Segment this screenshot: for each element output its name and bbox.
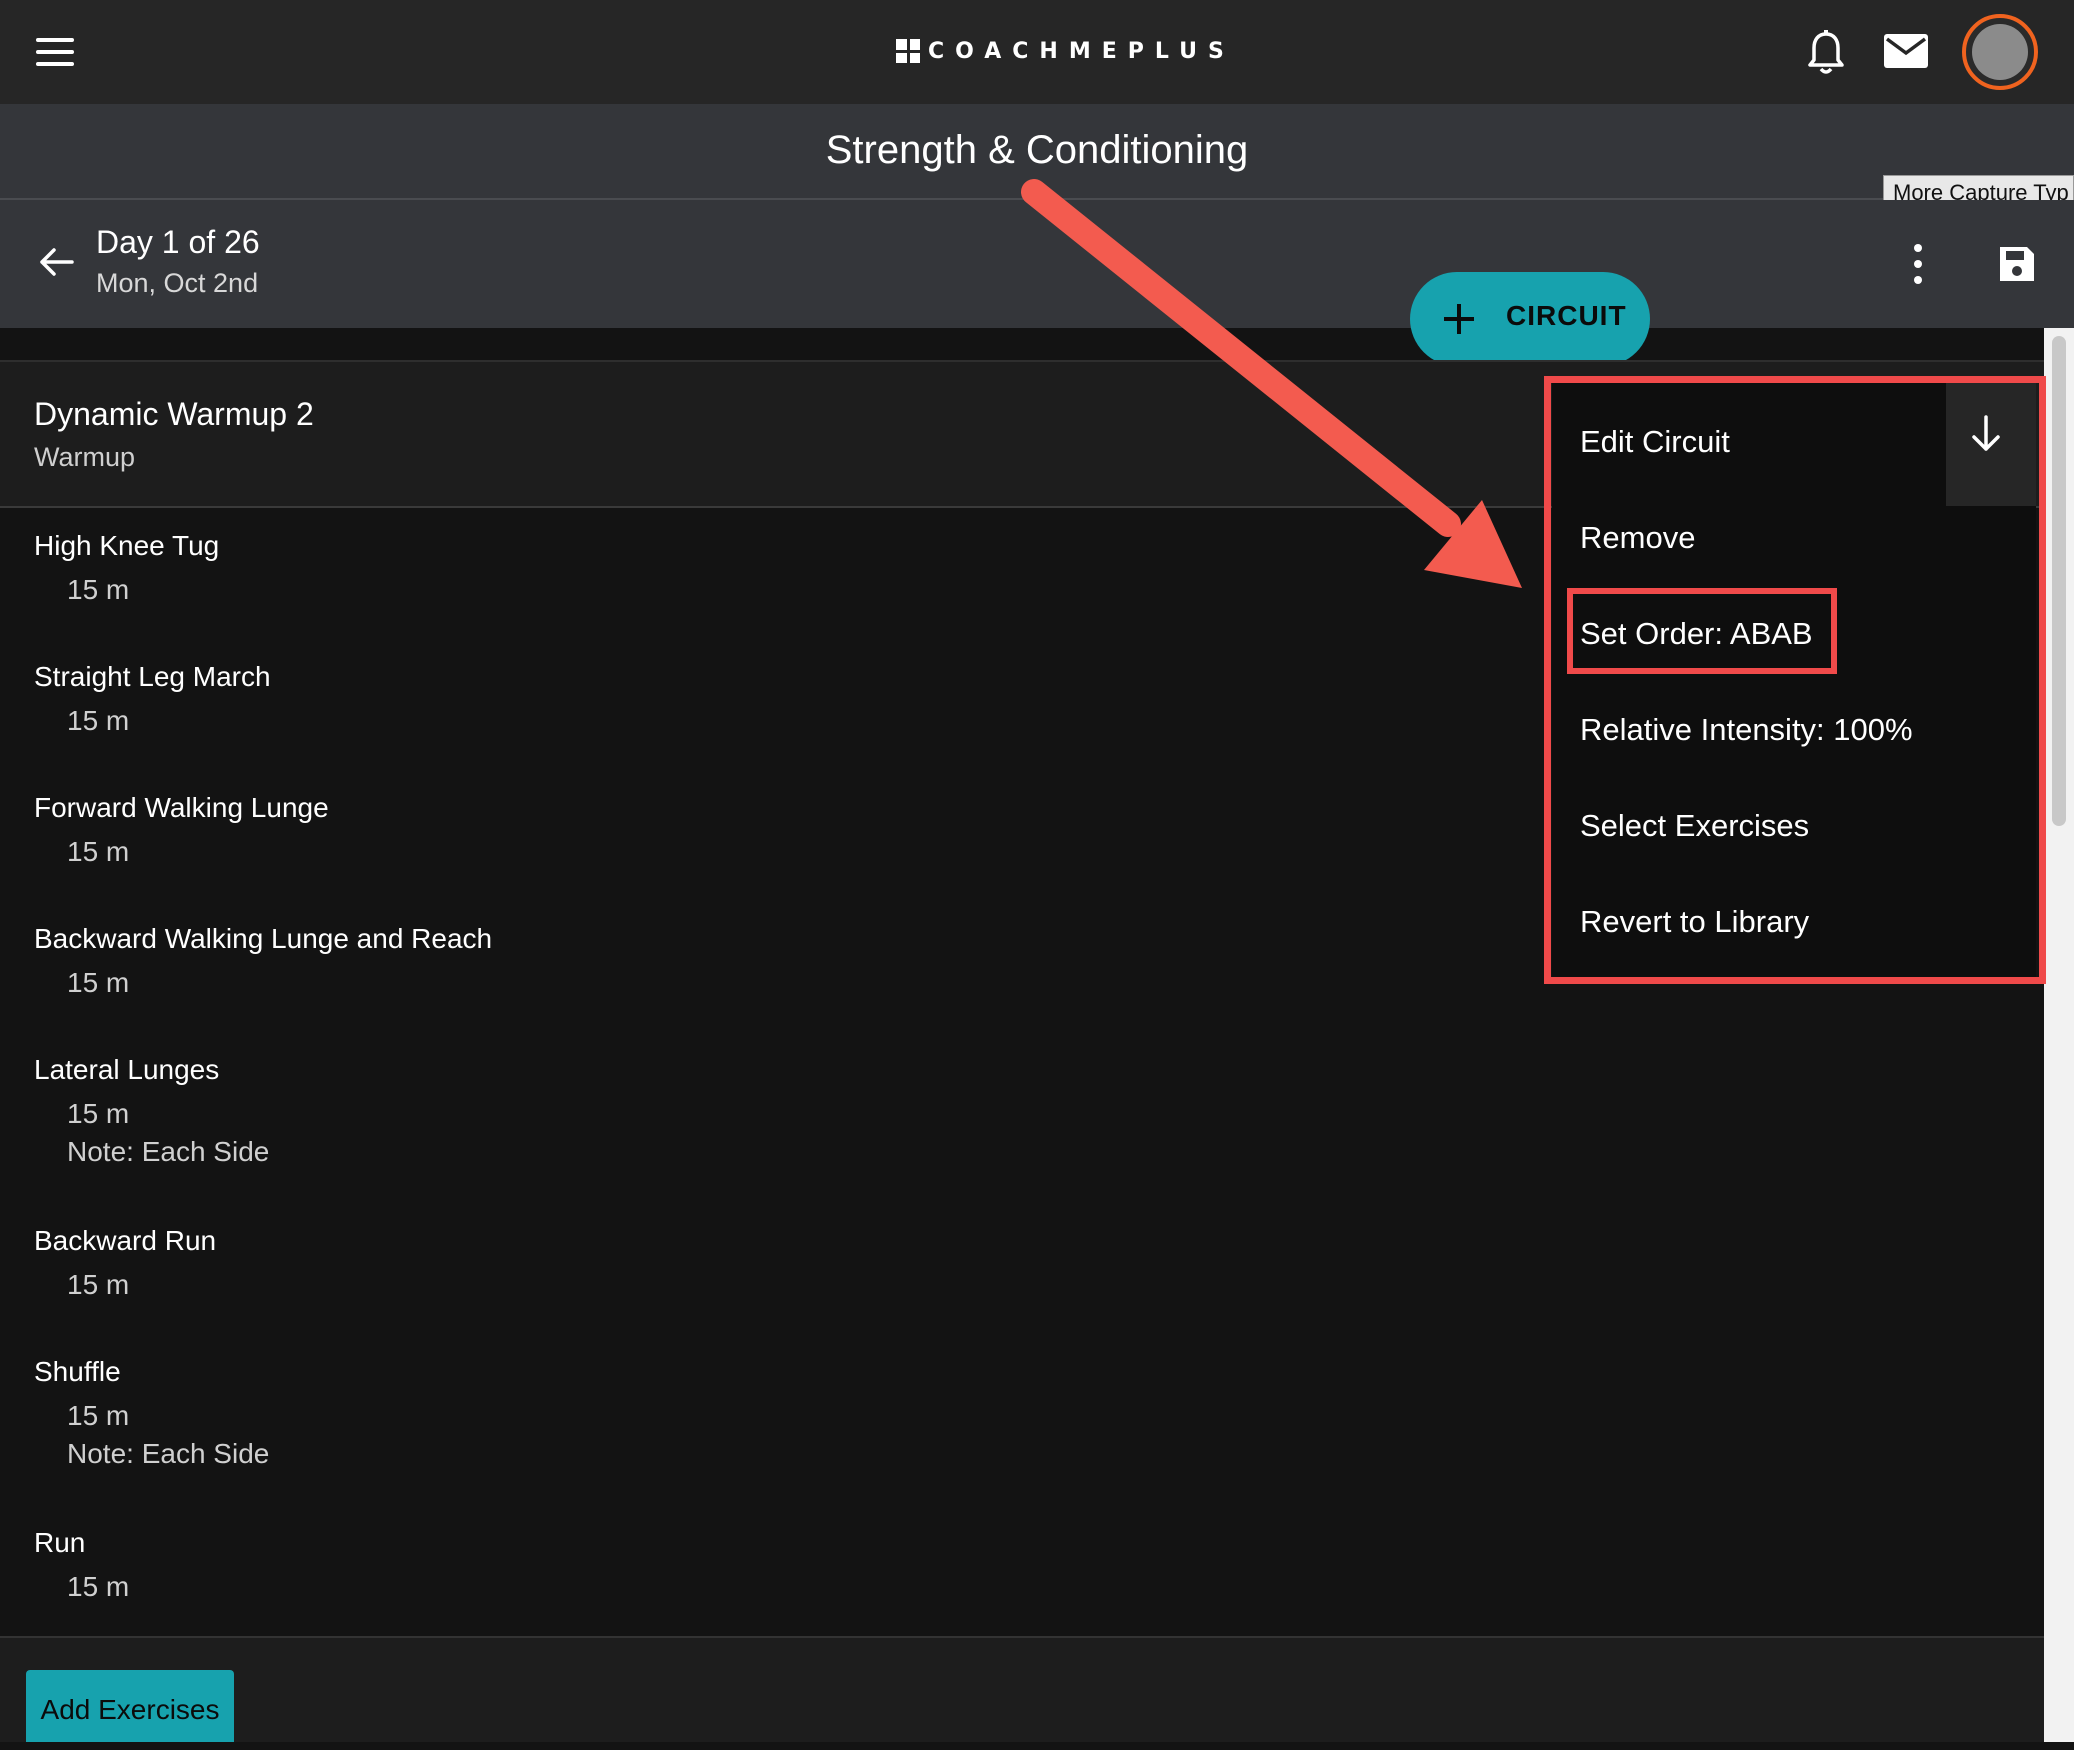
exercise-detail: 15 m: [67, 705, 130, 736]
exercise-detail: 15 m: [67, 967, 130, 998]
page-header: Strength & Conditioning: [0, 104, 2074, 200]
back-arrow-icon[interactable]: [36, 242, 76, 282]
menu-highlight-box: [1544, 376, 2046, 984]
exercise-detail: 15 m: [67, 1400, 130, 1431]
exercise-name: Lateral Lunges: [34, 1054, 220, 1085]
logo-text: COACHMEPLUS: [928, 38, 1235, 64]
list-item[interactable]: Forward Walking Lunge 15 m: [34, 792, 329, 868]
circuit-subtitle: Warmup: [34, 442, 136, 472]
exercise-detail: 15 m: [67, 836, 130, 867]
exercise-detail: 15 m: [67, 1098, 130, 1129]
list-item[interactable]: Backward Walking Lunge and Reach 15 m: [34, 923, 492, 999]
day-title: Day 1 of 26: [96, 224, 260, 260]
list-item[interactable]: High Knee Tug 15 m: [34, 530, 219, 606]
scrollbar-thumb[interactable]: [2052, 336, 2066, 826]
circuit-title: Dynamic Warmup 2: [34, 396, 314, 432]
exercise-detail: 15 m: [67, 1571, 130, 1602]
add-circuit-button[interactable]: CIRCUIT: [1410, 272, 1650, 366]
day-header: [0, 200, 2074, 328]
list-item[interactable]: Backward Run 15 m: [34, 1225, 216, 1301]
menu-icon[interactable]: [36, 38, 76, 66]
add-circuit-label: CIRCUIT: [1506, 300, 1627, 331]
exercise-name: Forward Walking Lunge: [34, 792, 329, 823]
save-icon[interactable]: [1997, 244, 2037, 284]
add-exercises-button[interactable]: Add Exercises: [26, 1670, 234, 1742]
exercise-name: Backward Walking Lunge and Reach: [34, 923, 493, 954]
exercise-name: Run: [34, 1527, 86, 1558]
footer-bar: [0, 1636, 2044, 1742]
exercise-note: Note: Each Side: [67, 1438, 270, 1469]
exercise-detail: 15 m: [67, 574, 130, 605]
plus-icon: [1444, 304, 1474, 334]
list-item[interactable]: Straight Leg March 15 m: [34, 661, 271, 737]
logo-mark-icon: [896, 39, 920, 63]
list-item[interactable]: Shuffle 15 m Note: Each Side: [34, 1356, 269, 1470]
list-item[interactable]: Lateral Lunges 15 m Note: Each Side: [34, 1054, 269, 1168]
set-order-highlight-box: [1567, 588, 1837, 674]
exercise-name: Shuffle: [34, 1356, 121, 1387]
bell-icon[interactable]: [1806, 30, 1846, 76]
day-date: Mon, Oct 2nd: [96, 268, 259, 298]
exercise-name: Straight Leg March: [34, 661, 271, 692]
exercise-note: Note: Each Side: [67, 1136, 270, 1167]
list-item[interactable]: Run 15 m: [34, 1527, 129, 1603]
exercise-detail: 15 m: [67, 1269, 130, 1300]
page-title: Strength & Conditioning: [825, 128, 1249, 172]
exercise-name: High Knee Tug: [34, 530, 220, 561]
mail-icon[interactable]: [1884, 34, 1928, 68]
app-logo[interactable]: COACHMEPLUS: [896, 36, 1235, 66]
more-options-icon[interactable]: [1912, 244, 1924, 284]
exercise-name: Backward Run: [34, 1225, 217, 1256]
avatar[interactable]: [1962, 14, 2038, 90]
